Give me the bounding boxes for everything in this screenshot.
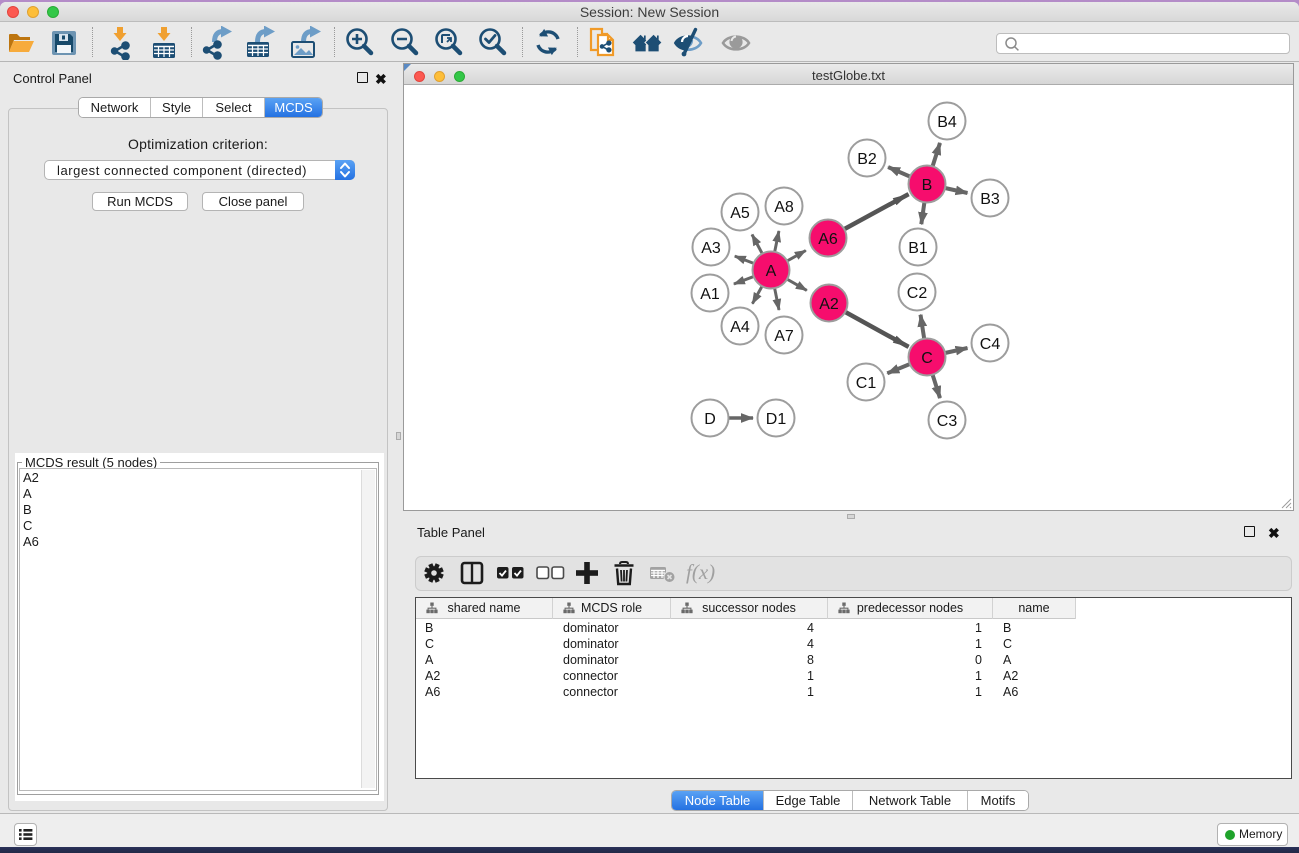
svg-text:A4: A4 <box>730 319 750 336</box>
svg-text:C: C <box>921 350 933 367</box>
svg-text:A3: A3 <box>701 240 721 257</box>
svg-text:C1: C1 <box>856 375 877 392</box>
svg-text:C2: C2 <box>907 285 928 302</box>
svg-text:A8: A8 <box>774 199 794 216</box>
svg-text:B1: B1 <box>908 240 928 257</box>
svg-text:A6: A6 <box>818 231 838 248</box>
svg-text:B4: B4 <box>937 114 957 131</box>
svg-text:A5: A5 <box>730 205 750 222</box>
svg-text:A1: A1 <box>700 286 720 303</box>
svg-text:C4: C4 <box>980 336 1001 353</box>
svg-text:B3: B3 <box>980 191 1000 208</box>
svg-text:B: B <box>922 177 933 194</box>
svg-text:A7: A7 <box>774 328 794 345</box>
svg-text:D1: D1 <box>766 411 787 428</box>
svg-text:A2: A2 <box>819 296 839 313</box>
svg-text:B2: B2 <box>857 151 877 168</box>
svg-text:D: D <box>704 411 716 428</box>
svg-text:A: A <box>766 263 777 280</box>
svg-text:C3: C3 <box>937 413 958 430</box>
